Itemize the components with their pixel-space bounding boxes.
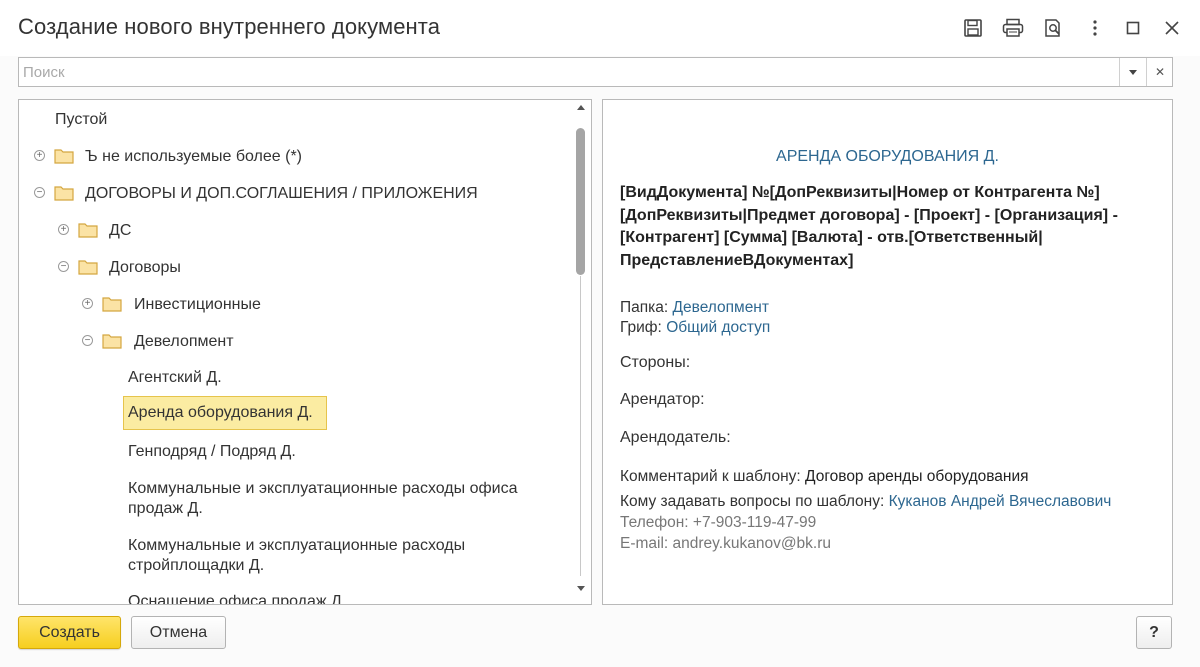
expand-icon[interactable]: + [82, 298, 93, 309]
scroll-up-icon[interactable] [577, 105, 585, 110]
grif-label: Гриф: [620, 319, 662, 336]
search-box: ✕ [18, 57, 1173, 87]
comment-row: Комментарий к шаблону: Договор аренды об… [620, 468, 1029, 486]
folder-icon [54, 186, 74, 201]
tree-item-label: Аренда оборудования Д. [128, 404, 313, 421]
close-icon[interactable] [1159, 14, 1185, 42]
tree-item-label: Договоры [109, 259, 181, 276]
tree-folder-investment[interactable]: + Инвестиционные [19, 287, 571, 321]
folder-icon [78, 260, 98, 275]
search-input[interactable] [19, 58, 1119, 86]
folder-icon [102, 297, 122, 312]
cancel-button[interactable]: Отмена [131, 616, 226, 649]
email-text: E-mail: andrey.kukanov@bk.ru [620, 535, 832, 552]
tree-item-equipment-rental[interactable]: Аренда оборудования Д. [123, 396, 327, 430]
more-vert-icon[interactable] [1082, 14, 1108, 42]
preview-title: АРЕНДА ОБОРУДОВАНИЯ Д. [776, 148, 999, 165]
tree-folder-contracts-root[interactable]: − ДОГОВОРЫ И ДОП.СОГЛАШЕНИЯ / ПРИЛОЖЕНИЯ [19, 176, 571, 210]
maximize-icon[interactable] [1120, 14, 1146, 42]
search-dropdown-button[interactable] [1119, 58, 1146, 86]
phone-text: Телефон: +7-903-119-47-99 [620, 514, 817, 531]
tree-folder-contracts[interactable]: − Договоры [19, 250, 571, 284]
clear-icon: ✕ [1154, 65, 1166, 79]
tree-item-label: ДС [109, 222, 132, 239]
parties-label: Стороны: [620, 354, 691, 371]
name-template-line: ПредставлениеВДокументах] [620, 251, 854, 269]
save-icon[interactable] [960, 14, 986, 42]
scroll-thumb[interactable] [576, 128, 585, 275]
expand-icon[interactable]: + [58, 224, 69, 235]
tenant-label: Арендатор: [620, 391, 705, 408]
tree-folder-development[interactable]: − Девелопмент [19, 324, 571, 358]
tree-item-general-contract[interactable]: Генподряд / Подряд Д. [128, 442, 296, 462]
folder-row: Папка: Девелопмент [620, 299, 769, 317]
name-template-line: [ДопРеквизиты|Предмет договора] - [Проек… [620, 206, 1118, 224]
scroll-down-icon[interactable] [577, 586, 585, 591]
chevron-down-icon [1129, 69, 1137, 75]
contact-row: Кому задавать вопросы по шаблону: Кукано… [620, 493, 1111, 511]
tree-item-label: Ъ не используемые более (*) [85, 148, 302, 165]
tree-item-label-line2: продаж Д. [128, 500, 203, 517]
expand-icon[interactable]: + [34, 150, 45, 161]
tree-item-utilities-site[interactable]: Коммунальные и эксплуатационные расходы … [128, 536, 465, 576]
folder-icon [102, 334, 122, 349]
tree-item-empty[interactable]: Пустой [19, 102, 571, 136]
name-template-line: [Контрагент] [Сумма] [Валюта] - отв.[Отв… [620, 229, 1043, 246]
search-clear-button[interactable]: ✕ [1146, 58, 1173, 86]
dialog-window: Создание нового внутреннего документа ✕ [0, 0, 1200, 667]
collapse-icon[interactable]: − [82, 335, 93, 346]
scroll-track [580, 276, 581, 576]
print-preview-icon[interactable] [1040, 14, 1066, 42]
template-tree[interactable]: Пустой + Ъ не используемые более (*) − Д… [18, 99, 592, 605]
tree-item-label-line1: Коммунальные и эксплуатационные расходы [128, 537, 466, 554]
contact-link[interactable]: Куканов Андрей Вячеславович [889, 493, 1112, 510]
name-template: [ВидДокумента] №[ДопРеквизиты|Номер от К… [620, 182, 1160, 272]
folder-icon [54, 149, 74, 164]
window-title: Создание нового внутреннего документа [18, 14, 441, 39]
landlord-label: Арендодатель: [620, 429, 731, 446]
collapse-icon[interactable]: − [34, 187, 45, 198]
folder-label: Папка: [620, 299, 669, 316]
grif-row: Гриф: Общий доступ [620, 319, 770, 337]
tree-item-label: Девелопмент [134, 333, 234, 350]
tree-item-label-line2: стройплощадки Д. [128, 557, 265, 574]
folder-icon [78, 223, 98, 238]
tree-item-label: Пустой [55, 111, 108, 128]
tree-folder-ds[interactable]: + ДС [19, 213, 571, 247]
collapse-icon[interactable]: − [58, 261, 69, 272]
tree-item-utilities-office[interactable]: Коммунальные и эксплуатационные расходы … [128, 479, 517, 519]
contact-label: Кому задавать вопросы по шаблону: [620, 493, 885, 510]
comment-value: Договор аренды оборудования [805, 468, 1029, 485]
tree-item-label-line1: Коммунальные и эксплуатационные расходы … [128, 480, 518, 497]
template-preview: АРЕНДА ОБОРУДОВАНИЯ Д. [ВидДокумента] №[… [602, 99, 1173, 605]
title-bar: Создание нового внутреннего документа [0, 0, 1200, 56]
help-button[interactable]: ? [1136, 616, 1172, 649]
tree-item-label: ДОГОВОРЫ И ДОП.СОГЛАШЕНИЯ / ПРИЛОЖЕНИЯ [85, 185, 478, 202]
tree-item-label: Инвестиционные [134, 296, 261, 313]
tree-folder-unused[interactable]: + Ъ не используемые более (*) [19, 139, 571, 173]
folder-link[interactable]: Девелопмент [673, 299, 769, 316]
create-button[interactable]: Создать [18, 616, 121, 649]
tree-item-office-equipment[interactable]: Оснащение офиса продаж Д. [128, 592, 346, 604]
tree-item-agency[interactable]: Агентский Д. [128, 368, 222, 388]
print-icon[interactable] [1000, 14, 1026, 42]
name-template-line: [ВидДокумента] №[ДопРеквизиты|Номер от К… [620, 184, 1100, 201]
comment-label: Комментарий к шаблону: [620, 468, 801, 485]
grif-link[interactable]: Общий доступ [666, 319, 770, 336]
tree-scrollbar[interactable] [571, 100, 591, 604]
